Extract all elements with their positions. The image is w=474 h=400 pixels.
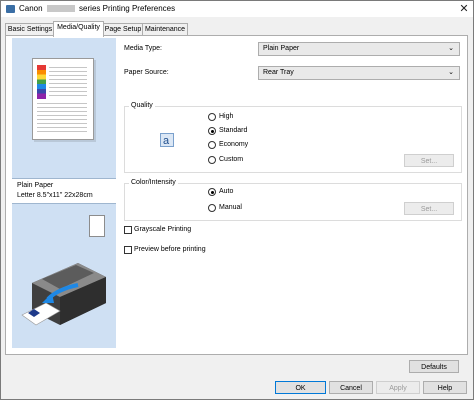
printer-illustration-icon bbox=[21, 263, 106, 326]
window-title: Canon series Printing Preferences bbox=[19, 4, 175, 13]
grayscale-label: Grayscale Printing bbox=[134, 226, 192, 233]
color-intensity-group-label: Color/Intensity bbox=[129, 179, 178, 186]
quality-standard-label: Standard bbox=[219, 127, 248, 134]
media-type-value: Plain Paper bbox=[263, 45, 300, 52]
quality-custom-radio[interactable] bbox=[208, 156, 216, 164]
color-manual-radio[interactable] bbox=[208, 204, 216, 212]
quality-a-icon: a bbox=[160, 133, 174, 147]
color-auto-label: Auto bbox=[219, 188, 234, 195]
ok-button[interactable]: OK bbox=[275, 381, 326, 394]
paper-source-label: Paper Source: bbox=[124, 69, 169, 76]
quality-economy-radio[interactable] bbox=[208, 141, 216, 149]
printer-app-icon bbox=[6, 5, 15, 13]
close-icon[interactable]: ✕ bbox=[458, 3, 470, 15]
grayscale-checkbox[interactable] bbox=[124, 226, 132, 234]
title-suffix: series Printing Preferences bbox=[79, 4, 176, 13]
paper-preview bbox=[32, 58, 94, 140]
redacted-model-name bbox=[46, 5, 75, 13]
preview-before-printing-label: Preview before printing bbox=[134, 246, 206, 253]
color-auto-radio[interactable] bbox=[208, 188, 216, 196]
paper-size: Letter 8.5"x11" 22x28cm bbox=[17, 192, 93, 199]
svg-text:a: a bbox=[163, 135, 170, 147]
paper-info-box: Plain Paper Letter 8.5"x11" 22x28cm bbox=[12, 178, 116, 204]
help-button[interactable]: Help bbox=[423, 381, 467, 394]
defaults-button[interactable]: Defaults bbox=[409, 360, 459, 373]
quality-high-radio[interactable] bbox=[208, 113, 216, 121]
color-bars bbox=[37, 65, 46, 99]
tab-media-quality[interactable]: Media/Quality bbox=[53, 21, 104, 37]
quality-group-label: Quality bbox=[129, 102, 155, 109]
color-manual-label: Manual bbox=[219, 204, 242, 211]
media-type-dropdown[interactable]: Plain Paper ⌄ bbox=[258, 42, 460, 56]
color-set-button[interactable]: Set... bbox=[404, 202, 454, 215]
quality-custom-label: Custom bbox=[219, 156, 244, 163]
title-bar: Canon series Printing Preferences ✕ bbox=[1, 1, 473, 17]
preview-before-printing-checkbox[interactable] bbox=[124, 246, 132, 254]
paper-source-value: Rear Tray bbox=[263, 69, 294, 76]
title-prefix: Canon bbox=[19, 4, 43, 13]
chevron-down-icon: ⌄ bbox=[448, 45, 454, 52]
cancel-button[interactable]: Cancel bbox=[329, 381, 373, 394]
quality-high-label: High bbox=[219, 113, 234, 120]
media-type-label: Media Type: bbox=[124, 45, 163, 52]
apply-button[interactable]: Apply bbox=[376, 381, 420, 394]
page-orientation-icon bbox=[89, 215, 105, 237]
quality-economy-label: Economy bbox=[219, 141, 249, 148]
chevron-down-icon: ⌄ bbox=[448, 69, 454, 76]
quality-standard-radio[interactable] bbox=[208, 127, 216, 135]
paper-source-dropdown[interactable]: Rear Tray ⌄ bbox=[258, 66, 460, 80]
paper-name: Plain Paper bbox=[17, 182, 54, 189]
quality-set-button[interactable]: Set... bbox=[404, 154, 454, 167]
